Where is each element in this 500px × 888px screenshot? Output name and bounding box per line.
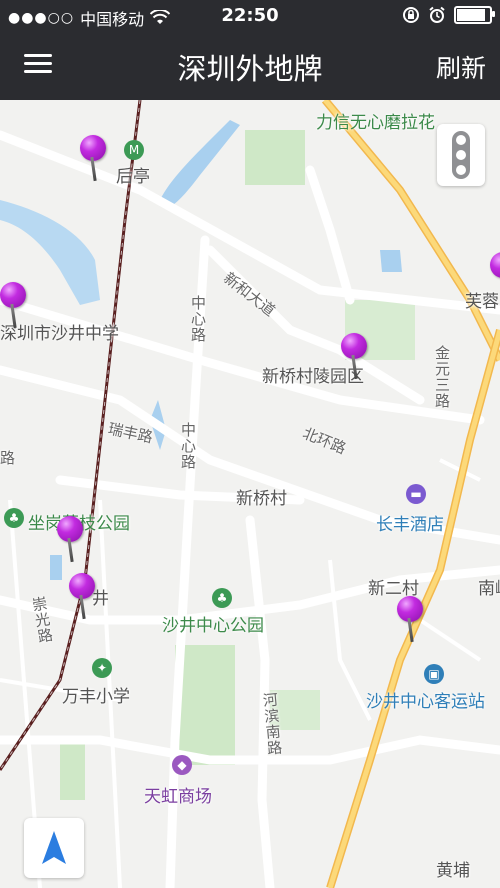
- vehicle-pin[interactable]: [80, 135, 110, 183]
- map-label-tianhong: 天虹商场: [144, 787, 212, 807]
- shopping-icon: ◆: [172, 755, 192, 775]
- vehicle-pin[interactable]: [57, 516, 87, 564]
- map-label-lixin: 力信无心磨拉花: [316, 113, 435, 133]
- navigation-arrow-icon: [42, 831, 66, 864]
- map-label-zhongxin-road-1: 中心路: [189, 295, 207, 343]
- page-title: 深圳外地牌: [177, 52, 323, 86]
- metro-icon: M: [124, 140, 144, 160]
- map-label-changfeng-hotel: 长丰酒店: [376, 515, 444, 535]
- battery-icon: [454, 6, 495, 24]
- map-label-nan: 南峒: [478, 579, 500, 599]
- map-label-xinqiao: 新桥村: [236, 489, 287, 509]
- map-label-shajing-station: 沙井中心客运站: [366, 692, 485, 712]
- rotation-lock-icon: [403, 7, 419, 23]
- top-bar: ●●●○○ 中国移动 22:50 深圳外地牌 刷新: [0, 0, 500, 100]
- hotel-icon: ▬: [406, 484, 426, 504]
- map-label-huangpu: 黄埔: [436, 861, 470, 881]
- park-icon: ♣: [4, 508, 24, 528]
- bus-station-icon: ▣: [424, 664, 444, 684]
- map-label-zhongxin-road-2: 中心路: [179, 422, 197, 470]
- map-label-houting: 后亭: [116, 167, 150, 187]
- vehicle-pin[interactable]: [490, 252, 500, 300]
- map-label-lu: 路: [0, 449, 16, 467]
- park-icon-2: ♣: [212, 588, 232, 608]
- locate-button[interactable]: [24, 818, 84, 878]
- traffic-toggle-button[interactable]: [437, 124, 485, 186]
- vehicle-pin[interactable]: [397, 596, 427, 644]
- vehicle-pin[interactable]: [69, 573, 99, 621]
- navigation-bar: 深圳外地牌 刷新: [0, 32, 500, 100]
- traffic-light-icon: [452, 131, 470, 179]
- map-view[interactable]: 力信无心磨拉花 M 后亭 芙蓉 深圳市沙井中学 新和大道 中心路 新桥村陵园区 …: [0, 100, 500, 888]
- alarm-icon: [429, 6, 445, 23]
- status-bar: ●●●○○ 中国移动 22:50: [0, 0, 500, 32]
- vehicle-pin[interactable]: [341, 333, 371, 381]
- map-label-jinyuan-road: 金元三路: [433, 345, 451, 409]
- refresh-button[interactable]: 刷新: [436, 49, 486, 85]
- school-icon: ✦: [92, 658, 112, 678]
- map-label-shajing-park: 沙井中心公园: [162, 616, 264, 636]
- map-label-wanfeng-school: 万丰小学: [62, 687, 130, 707]
- vehicle-pin[interactable]: [0, 282, 30, 330]
